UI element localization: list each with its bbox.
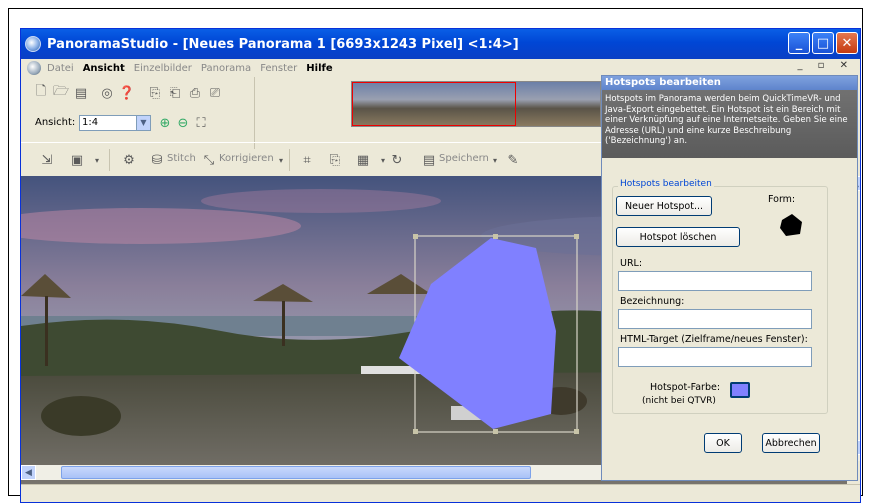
target-field[interactable]: [618, 347, 812, 367]
hotspot-color-swatch[interactable]: [730, 382, 750, 398]
zoom-select[interactable]: 1:4 ▼: [79, 115, 151, 131]
speichern-button[interactable]: Speichern: [439, 153, 489, 164]
delete-hotspot-button[interactable]: Hotspot löschen: [616, 227, 740, 247]
minimize-button[interactable]: _: [788, 32, 810, 54]
save-icon[interactable]: ▤: [73, 85, 89, 101]
color-note: (nicht bei QTVR): [642, 396, 716, 406]
ok-button[interactable]: OK: [704, 433, 742, 453]
app-window: PanoramaStudio - [Neues Panorama 1 [6693…: [20, 28, 861, 503]
dropdown-arrow-icon[interactable]: ▾: [487, 152, 503, 168]
horizontal-scroll-thumb[interactable]: [61, 466, 531, 479]
image-tool-4-icon[interactable]: ⎚: [207, 85, 223, 101]
toolbar-separator: [109, 149, 110, 171]
window-title: PanoramaStudio - [Neues Panorama 1 [6693…: [47, 36, 519, 52]
panorama-navigator[interactable]: [351, 81, 601, 127]
image-tool-2-icon[interactable]: ⎗: [167, 85, 183, 101]
print-icon[interactable]: ↻: [389, 152, 405, 168]
hotspot-panel: Hotspots bearbeiten Hotspots im Panorama…: [601, 75, 858, 481]
navigator-viewport[interactable]: [352, 82, 516, 126]
image-tool-1-icon[interactable]: ⎘: [147, 85, 163, 101]
save-disk-icon[interactable]: ▤: [421, 152, 437, 168]
group-title: Hotspots bearbeiten: [618, 179, 714, 189]
import-icon[interactable]: ⇲: [39, 152, 55, 168]
zoom-in-icon[interactable]: ⊕: [157, 115, 173, 131]
bezeichnung-label: Bezeichnung:: [620, 296, 685, 307]
correct-icon[interactable]: ⤡: [201, 152, 217, 168]
stitch-icon[interactable]: ⛁: [149, 152, 165, 168]
image-tool-3-icon[interactable]: ⎙: [187, 85, 203, 101]
ansicht-label: Ansicht:: [35, 117, 76, 128]
panel-description: Hotspots im Panorama werden beim QuickTi…: [602, 90, 857, 158]
scroll-left-icon[interactable]: ◀: [21, 465, 36, 480]
target-label: HTML-Target (Zielframe/neues Fenster):: [620, 334, 808, 345]
stitch-button[interactable]: Stitch: [167, 153, 196, 164]
open-folder-icon[interactable]: 🗁: [53, 84, 69, 101]
chevron-down-icon[interactable]: ▼: [136, 116, 150, 130]
menu-einzelbilder[interactable]: Einzelbilder: [134, 63, 192, 74]
mdi-controls[interactable]: _ ▫ ✕: [797, 60, 854, 71]
maximize-button[interactable]: □: [812, 32, 834, 54]
zoom-select-value: 1:4: [82, 117, 99, 128]
cancel-button[interactable]: Abbrechen: [762, 433, 820, 453]
menu-hilfe[interactable]: Hilfe: [306, 63, 332, 74]
export-icon[interactable]: ⎘: [327, 152, 343, 168]
bezeichnung-field[interactable]: [618, 309, 812, 329]
toolbar-separator: [289, 149, 290, 171]
app-logo-icon: [25, 36, 41, 52]
url-field[interactable]: [618, 271, 812, 291]
layout-icon[interactable]: ▣: [69, 152, 85, 168]
bulb-icon[interactable]: ◎: [99, 85, 115, 101]
panel-title: Hotspots bearbeiten: [602, 76, 857, 90]
document-icon[interactable]: [27, 61, 41, 75]
menu-fenster[interactable]: Fenster: [260, 63, 297, 74]
export-2-icon[interactable]: ▦: [355, 152, 371, 168]
zoom-fit-icon[interactable]: ⛶: [193, 115, 209, 131]
color-swatch-fill: [734, 386, 746, 394]
wizard-icon[interactable]: ✎: [505, 152, 521, 168]
crop-icon[interactable]: ⌗: [299, 152, 315, 168]
color-label: Hotspot-Farbe:: [650, 382, 721, 393]
status-bar: [21, 484, 860, 502]
url-label: URL:: [620, 258, 643, 269]
hotspot-shape-icon[interactable]: [778, 212, 804, 238]
close-button[interactable]: ✕: [836, 32, 858, 54]
help-icon[interactable]: ❓: [119, 85, 135, 101]
dropdown-arrow-icon[interactable]: ▾: [89, 152, 105, 168]
align-icon[interactable]: ⚙: [121, 152, 137, 168]
title-bar[interactable]: PanoramaStudio - [Neues Panorama 1 [6693…: [21, 29, 860, 59]
dropdown-arrow-icon[interactable]: ▾: [273, 152, 289, 168]
toolbar-top: 🗋 🗁 ▤ ◎ ❓ ⎘ ⎗ ⎙ ⎚ Ansicht: 1:4 ▼ ⊕ ⊖ ⛶: [25, 77, 255, 149]
new-file-icon[interactable]: 🗋: [33, 84, 49, 101]
zoom-out-icon[interactable]: ⊖: [175, 115, 191, 131]
menu-panorama[interactable]: Panorama: [201, 63, 251, 74]
new-hotspot-button[interactable]: Neuer Hotspot...: [616, 196, 712, 216]
korrigieren-button[interactable]: Korrigieren: [219, 153, 274, 164]
menu-datei[interactable]: Datei: [47, 63, 74, 74]
menu-ansicht[interactable]: Ansicht: [83, 63, 125, 74]
form-label: Form:: [768, 194, 796, 205]
toolbar-bottom: ⇲ ▣ ▾ ⚙ ⛁ Stitch ⤡ Korrigieren ▾ ⌗ ⎘ ▦ ▾…: [21, 142, 606, 176]
